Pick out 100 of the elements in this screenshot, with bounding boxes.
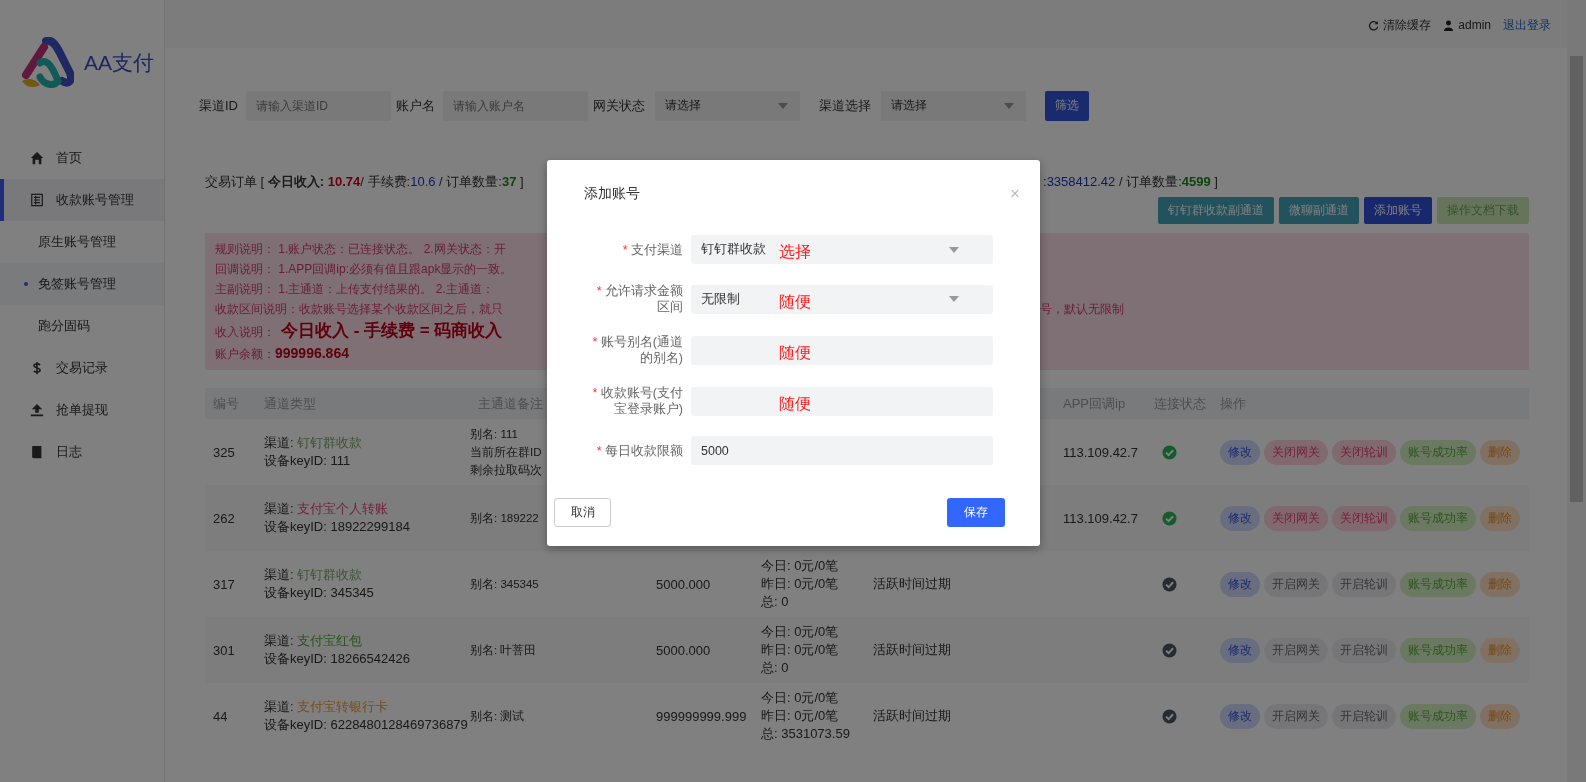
logo-text: AA支付 [84,49,154,76]
sidebar-item[interactable]: 交易记录 [0,347,164,389]
action-button[interactable]: 关闭网关 [1264,439,1328,465]
stats-line: 总: 3531073.59 [761,725,850,743]
device-text: 设备keyID: 345345 [264,584,374,602]
dollar-icon [30,361,44,375]
device-text: 设备keyID: 18266542426 [264,650,410,668]
remark-text: 当前所在群ID [470,445,542,460]
action-button[interactable]: 开启网关 [1264,571,1328,597]
action-button[interactable]: 删除 [1480,505,1520,531]
stats-line: 总: 0 [761,593,789,611]
action-button[interactable]: 删除 [1480,703,1520,729]
action-button[interactable]: 账号成功率 [1400,505,1476,531]
status-text: 活跃时间过期 [873,641,951,659]
action-button[interactable]: 开启轮训 [1332,637,1396,663]
ip-text: 113.109.42.7 [1063,510,1138,526]
modal-title: 添加账号 [584,185,640,203]
caret-icon [949,296,959,302]
action-button[interactable]: 账号成功率 [1400,637,1476,663]
table-cell: 5000.000 [656,642,711,658]
toolbar-button[interactable]: 钉钉群收款副通道 [1158,197,1274,224]
toolbar-button[interactable]: 添加账号 [1364,197,1432,224]
action-button[interactable]: 修改 [1220,505,1260,531]
action-button[interactable]: 关闭网关 [1264,505,1328,531]
sidebar-subitem[interactable]: 跑分固码 [0,305,164,347]
caret-icon [1004,102,1014,109]
scrollbar[interactable] [1567,0,1586,782]
remark-text: 别名: 345345 [470,577,539,592]
device-text: 设备keyID: 111 [264,452,351,470]
field-label: * 收款账号(支付宝登录账户) [591,385,683,417]
filter-label: 账户名 [396,96,435,115]
stats-line: 今日: 0元/0笔 [761,623,839,641]
user-menu[interactable]: admin [1443,18,1491,32]
sidebar-subitem[interactable]: 原生账号管理 [0,221,164,263]
table-cell-text: 317 [212,576,236,592]
close-button[interactable]: × [1010,184,1020,204]
ip-text: 113.109.42.7 [1063,444,1138,460]
logout-link[interactable]: 退出登录 [1503,16,1551,34]
remark-text: 别名: 测试 [470,709,525,724]
caret-icon [778,102,788,109]
stats-line: 昨日: 0元/0笔 [761,707,839,725]
action-button[interactable]: 关闭轮训 [1332,505,1396,531]
action-button[interactable]: 修改 [1220,637,1260,663]
notice-text: 主副说明： 1.主通道：上传支付结果的。 2.主通道： [215,281,494,298]
filter-select[interactable]: 请选择 [881,90,1026,121]
channel-text: 渠道: 支付宝红包 [264,632,363,650]
annotation-text: 选择 [779,242,811,262]
table-cell-text: 301 [212,642,236,658]
action-button[interactable]: 删除 [1480,439,1520,465]
save-button[interactable]: 保存 [947,498,1005,527]
device-text: 设备keyID: 6228480128469736879 [264,716,468,734]
stats-line: 总: 0 [761,659,789,677]
action-button[interactable]: 修改 [1220,571,1260,597]
remark-text: 别名: 111 [470,427,518,442]
action-button[interactable]: 账号成功率 [1400,439,1476,465]
action-button[interactable]: 开启轮训 [1332,571,1396,597]
stats-text: 交易订单 [ 今日收入: 10.74/ 手续费:10.6 / 订单数量:37 ] [205,173,524,191]
table-cell-text: 262 [212,510,236,526]
annotation-text: 随便 [779,342,811,363]
status-text: 活跃时间过期 [873,707,951,725]
action-button[interactable]: 修改 [1220,703,1260,729]
annotation-text: 随便 [779,393,811,414]
table-cell-text: 44 [212,708,229,724]
field-label: * 账号别名(通道的别名) [591,334,683,366]
action-button[interactable]: 开启网关 [1264,703,1328,729]
notice-text: 规则说明： 1.账户状态：已连接状态。 2.网关状态：开 [215,241,506,258]
status-text: 活跃时间过期 [873,575,951,593]
filter-label: 渠道选择 [819,96,871,115]
sidebar-subitem[interactable]: 免签账号管理 [0,263,164,305]
action-button[interactable]: 账号成功率 [1400,571,1476,597]
sidebar-item[interactable]: 首页 [0,137,164,179]
filter-select[interactable]: 请选择 [655,90,800,121]
sidebar-item[interactable]: 抢单提现 [0,389,164,431]
toolbar-button[interactable]: 微聊副通道 [1279,197,1359,224]
clear-cache-link[interactable]: 清除缓存 [1368,16,1432,34]
action-button[interactable]: 修改 [1220,439,1260,465]
home-icon [30,151,44,165]
notice-text: 账户余额：999996.864 [215,344,349,363]
refresh-icon [1368,19,1380,31]
cancel-button[interactable]: 取消 [554,498,611,527]
book-icon [30,445,44,459]
sidebar-item[interactable]: 收款账号管理 [0,179,164,221]
filter-button[interactable]: 筛选 [1045,90,1089,121]
notice-text: 回调说明： 1.APP回调ip:必须有值且跟apk显示的一致。 [215,261,513,278]
action-button[interactable]: 删除 [1480,571,1520,597]
action-button[interactable]: 账号成功率 [1400,703,1476,729]
channel-text: 渠道: 钉钉群收款 [264,566,363,584]
action-button[interactable]: 删除 [1480,637,1520,663]
action-button[interactable]: 开启轮训 [1332,703,1396,729]
stats-line: 昨日: 0元/0笔 [761,641,839,659]
caret-icon [949,246,959,253]
upload-icon [30,403,44,417]
sidebar-item[interactable]: 日志 [0,431,164,473]
filter-label: 网关状态 [593,96,645,115]
action-button[interactable]: 开启网关 [1264,637,1328,663]
input-field[interactable]: 5000 [691,436,993,465]
filter-input[interactable]: 请输入账户名 [443,90,588,121]
remark-text: 别名: 189222 [470,511,539,526]
notice-text: 收入说明： 今日收入 - 手续费 = 码商收入 [215,320,503,342]
action-button[interactable]: 关闭轮训 [1332,439,1396,465]
